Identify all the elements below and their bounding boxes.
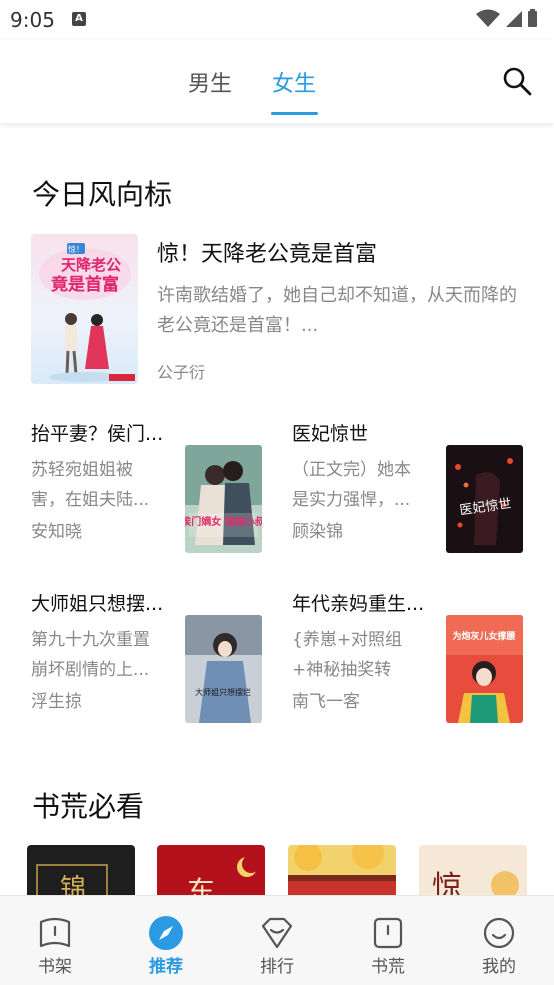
system-status-icons	[476, 9, 537, 27]
bottom-nav-label: 我的	[482, 957, 516, 977]
book-card[interactable]: 医妃惊世 （正文完）她本是实力强悍，... 顾染锦 医妃惊世	[292, 419, 532, 553]
featured-book-title[interactable]: 惊！天降老公竟是首富	[157, 236, 377, 268]
notification-a-icon: A	[72, 12, 86, 26]
signal-icon	[506, 11, 522, 27]
book-cover-text: 大师姐只想摆烂	[195, 687, 251, 697]
book-title[interactable]: 抬平妻？侯门...	[31, 419, 171, 446]
must-read-cover[interactable]: 惊	[419, 845, 527, 895]
battery-icon	[528, 11, 537, 27]
must-read-cover[interactable]	[288, 845, 396, 895]
book-card[interactable]: 大师姐只想摆... 第九十九次重置崩坏剧情的上... 浮生掠 大师姐只想摆烂	[31, 589, 271, 723]
book-cover-text: 为炮灰儿女撑腰	[452, 630, 515, 642]
featured-book-author: 公子衍	[157, 363, 206, 382]
featured-cover-text-3: 竟是首富	[51, 274, 119, 295]
book-description: 苏轻宛姐姐被害，在姐夫陆...	[31, 460, 150, 510]
top-nav: 男生 女生	[0, 40, 554, 123]
featured-cover-text-1: 惊！	[68, 244, 84, 254]
book-author: 南飞一客	[292, 692, 360, 712]
book-title[interactable]: 医妃惊世	[292, 419, 432, 446]
status-bar: 9:05 A	[0, 0, 554, 40]
status-time: 9:05	[10, 8, 55, 32]
bottom-nav-item-profile[interactable]: 我的	[444, 896, 554, 985]
book-cover[interactable]: 为炮灰儿女撑腰	[446, 615, 523, 723]
book-icon	[373, 917, 403, 949]
must-read-cover-text: 锦	[60, 874, 86, 895]
bottom-nav-label: 书架	[38, 957, 72, 977]
compass-icon	[149, 916, 183, 950]
book-title[interactable]: 大师姐只想摆...	[31, 589, 171, 616]
bookshelf-icon	[39, 917, 71, 948]
book-title[interactable]: 年代亲妈重生...	[292, 589, 432, 616]
bottom-nav-item-ranking[interactable]: 排行	[222, 896, 332, 985]
featured-book-cover[interactable]: 惊！ 天降老公 竟是首富	[31, 234, 138, 384]
book-author: 顾染锦	[292, 522, 343, 542]
book-description: 第九十九次重置崩坏剧情的上...	[31, 630, 150, 680]
book-cover[interactable]: 侯门嫡女 强嫁小叔	[185, 445, 262, 553]
book-cover[interactable]: 大师姐只想摆烂	[185, 615, 262, 723]
must-read-cover[interactable]: 东	[157, 845, 265, 895]
search-icon[interactable]	[502, 66, 532, 96]
profile-icon	[483, 917, 515, 949]
book-card[interactable]: 年代亲妈重生... {养崽+对照组+神秘抽奖转盘... 南飞一客 为炮灰儿女撑腰	[292, 589, 532, 723]
book-description: {养崽+对照组+神秘抽奖转盘...	[292, 630, 403, 680]
bottom-nav: 书架 推荐 排行 书荒 我的	[0, 895, 554, 985]
must-read-cover[interactable]: 锦	[27, 845, 135, 895]
bottom-nav-label: 排行	[260, 957, 294, 977]
must-read-cover-text: 东	[187, 875, 215, 895]
book-author: 安知晓	[31, 522, 82, 542]
recommend-feed[interactable]: 今日风向标 惊！ 天降老公 竟是首富 惊！天降老公竟是首富 许南歌结婚了，她自己…	[0, 123, 554, 895]
book-author: 浮生掠	[31, 692, 82, 712]
bottom-nav-item-book-shortage[interactable]: 书荒	[333, 896, 443, 985]
book-card[interactable]: 抬平妻？侯门... 苏轻宛姐姐被害，在姐夫陆... 安知晓 侯门嫡女 强嫁小叔	[31, 419, 271, 553]
wifi-icon	[476, 9, 500, 27]
tab-male[interactable]: 男生	[188, 66, 232, 98]
bottom-nav-label: 书荒	[371, 957, 405, 977]
bottom-nav-label: 推荐	[149, 957, 183, 977]
bottom-nav-item-recommend[interactable]: 推荐	[111, 896, 221, 985]
book-cover[interactable]: 医妃惊世	[446, 445, 523, 553]
must-read-cover-text: 惊	[432, 870, 462, 895]
section-title-trending: 今日风向标	[32, 178, 173, 211]
active-tab-indicator	[271, 112, 318, 115]
bottom-nav-item-bookshelf[interactable]: 书架	[0, 896, 110, 985]
featured-cover-text-2: 天降老公	[61, 256, 121, 274]
section-title-must-read: 书荒必看	[32, 790, 145, 823]
book-description: （正文完）她本是实力强悍，...	[292, 460, 411, 510]
book-cover-text: 侯门嫡女 强嫁小叔	[185, 515, 262, 528]
tab-female[interactable]: 女生	[272, 66, 316, 98]
ranking-icon	[261, 917, 293, 949]
featured-book-description: 许南歌结婚了，她自己却不知道，从天而降的老公竟还是首富！...	[157, 285, 517, 336]
